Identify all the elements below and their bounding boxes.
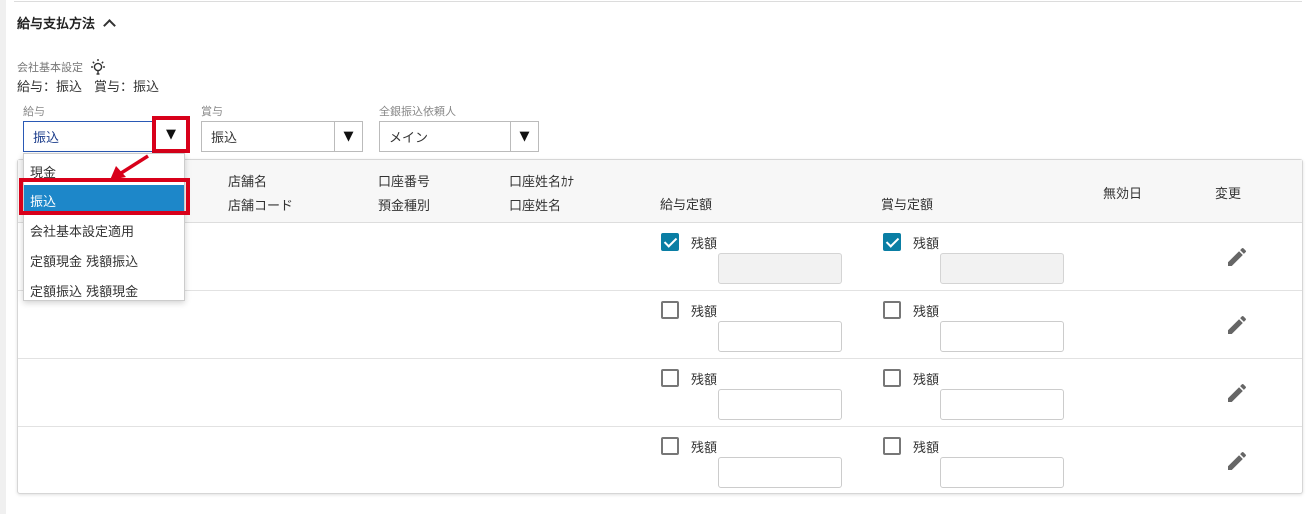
salary-remainder-label: 残額 xyxy=(691,237,718,252)
salary-select-value: 振込 xyxy=(33,131,60,146)
chevron-up-icon[interactable] xyxy=(103,18,116,32)
header-account-number: 口座番号 xyxy=(378,175,431,190)
table-row: 残額 残額 xyxy=(18,291,1302,359)
header-change: 変更 xyxy=(1215,187,1242,202)
header-deposit-type: 預金種別 xyxy=(378,199,431,214)
section-header[interactable]: 給与支払方法 xyxy=(17,13,116,32)
bonus-remainder-checkbox[interactable] xyxy=(883,437,901,455)
salary-remainder-label: 残額 xyxy=(691,305,718,320)
dropdown-option[interactable]: 定額現金 残額振込 xyxy=(24,245,184,275)
header-account-name-kana: 口座姓名ｶﾅ xyxy=(509,175,575,190)
callout-arrow-icon xyxy=(110,154,149,180)
header-invalid-date: 無効日 xyxy=(1103,187,1143,202)
requester-select-value: メイン xyxy=(389,131,429,146)
bonus-select[interactable]: 振込 ▼ xyxy=(201,121,363,152)
pencil-icon[interactable] xyxy=(1225,381,1249,405)
bonus-amount-input[interactable] xyxy=(940,389,1064,420)
dropdown-option[interactable]: 会社基本設定適用 xyxy=(24,215,184,245)
bonus-remainder-label: 残額 xyxy=(913,237,940,252)
bonus-label: 賞与 xyxy=(201,105,223,118)
bonus-amount-input[interactable] xyxy=(940,253,1064,284)
bonus-remainder-checkbox[interactable] xyxy=(883,233,901,251)
table-row: 残額 残額 xyxy=(18,427,1302,495)
requester-label: 全銀振込依頼人 xyxy=(379,105,456,118)
dropdown-option[interactable]: 定額振込 残額現金 xyxy=(24,275,184,305)
company-bonus-value: 賞与：振込 xyxy=(94,80,160,95)
section-title: 給与支払方法 xyxy=(17,17,96,32)
salary-label: 給与 xyxy=(23,105,45,118)
bonus-amount-input[interactable] xyxy=(940,321,1064,352)
company-setting-label: 会社基本設定 xyxy=(17,58,108,76)
bonus-amount-input[interactable] xyxy=(940,457,1064,488)
caret-down-icon: ▼ xyxy=(166,127,176,142)
header-store-name: 店舗名 xyxy=(228,175,268,190)
header-store-code: 店舗コード xyxy=(228,199,294,214)
lightbulb-icon xyxy=(91,59,105,75)
requester-select[interactable]: メイン ▼ xyxy=(379,121,539,152)
pencil-icon[interactable] xyxy=(1225,449,1249,473)
header-account-name: 口座姓名 xyxy=(509,199,562,214)
bonus-remainder-checkbox[interactable] xyxy=(883,369,901,387)
salary-amount-input[interactable] xyxy=(718,389,842,420)
salary-amount-input[interactable] xyxy=(718,253,842,284)
dropdown-option-selected[interactable]: 振込 xyxy=(24,185,184,215)
company-salary-value: 給与：振込 xyxy=(17,80,83,95)
caret-down-icon[interactable]: ▼ xyxy=(510,122,538,151)
salary-remainder-label: 残額 xyxy=(691,373,718,388)
pencil-icon[interactable] xyxy=(1225,313,1249,337)
header-bonus-fixed: 賞与定額 xyxy=(881,198,934,213)
bonus-remainder-label: 残額 xyxy=(913,373,940,388)
bonus-remainder-checkbox[interactable] xyxy=(883,301,901,319)
salary-remainder-checkbox[interactable] xyxy=(661,233,679,251)
salary-remainder-checkbox[interactable] xyxy=(661,301,679,319)
header-salary-fixed: 給与定額 xyxy=(660,198,713,213)
company-setting-text: 会社基本設定 xyxy=(17,61,83,74)
caret-down-icon[interactable]: ▼ xyxy=(334,122,362,151)
salary-amount-input[interactable] xyxy=(718,457,842,488)
salary-remainder-checkbox[interactable] xyxy=(661,437,679,455)
salary-remainder-checkbox[interactable] xyxy=(661,369,679,387)
bonus-select-value: 振込 xyxy=(211,131,238,146)
table-row: 残額 残額 xyxy=(18,359,1302,427)
company-setting-values: 給与：振込 賞与：振込 xyxy=(17,76,159,95)
bonus-remainder-label: 残額 xyxy=(913,441,940,456)
pencil-icon[interactable] xyxy=(1225,245,1249,269)
bonus-remainder-label: 残額 xyxy=(913,305,940,320)
salary-remainder-label: 残額 xyxy=(691,441,718,456)
salary-amount-input[interactable] xyxy=(718,321,842,352)
table-header: 店舗名 店舗コード 口座番号 預金種別 口座姓名ｶﾅ 口座姓名 給与定額 賞与定… xyxy=(18,160,1302,223)
bank-account-table: 店舗名 店舗コード 口座番号 預金種別 口座姓名ｶﾅ 口座姓名 給与定額 賞与定… xyxy=(17,159,1303,494)
table-row: 残額 残額 xyxy=(18,223,1302,291)
divider xyxy=(14,1,1302,2)
